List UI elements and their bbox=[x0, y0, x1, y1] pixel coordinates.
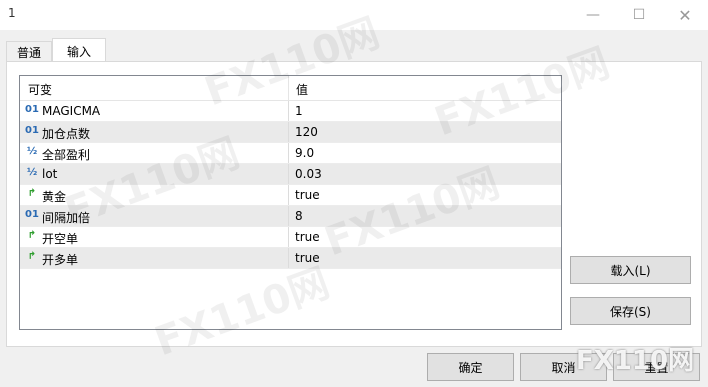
column-divider bbox=[288, 227, 289, 247]
table-row[interactable]: 01 加仓点数 120 bbox=[20, 122, 561, 143]
table-row[interactable]: ↱ 开多单 true bbox=[20, 248, 561, 269]
integer-type-icon: 01 bbox=[25, 209, 39, 220]
parameter-grid: 可变 值 01 MAGICMA 1 01 加仓点数 120 ½ 全部盈利 9.0 ½ lot 0.03… bbox=[19, 75, 562, 330]
ok-button[interactable]: 确定 bbox=[427, 353, 514, 381]
integer-type-icon: 01 bbox=[25, 125, 39, 136]
parameter-name: lot bbox=[42, 167, 58, 181]
double-type-icon: ½ bbox=[26, 146, 38, 157]
boolean-type-icon: ↱ bbox=[27, 188, 37, 199]
parameter-name: 全部盈利 bbox=[42, 148, 91, 162]
column-divider bbox=[288, 122, 289, 142]
parameter-value[interactable]: true bbox=[295, 230, 320, 244]
parameter-value[interactable]: 1 bbox=[295, 104, 303, 118]
table-row[interactable]: ↱ 黄金 true bbox=[20, 185, 561, 206]
parameter-name: 开多单 bbox=[42, 253, 79, 267]
column-divider[interactable] bbox=[288, 76, 289, 100]
tab-input[interactable]: 输入 bbox=[52, 38, 106, 62]
grid-rows: 01 MAGICMA 1 01 加仓点数 120 ½ 全部盈利 9.0 ½ lot 0.03 ↱ 黄金 tr… bbox=[20, 101, 561, 269]
title-bar: 1 — ☐ ✕ bbox=[0, 0, 708, 30]
boolean-type-icon: ↱ bbox=[27, 230, 37, 241]
parameter-value[interactable]: 120 bbox=[295, 125, 318, 139]
column-divider bbox=[288, 143, 289, 163]
column-divider bbox=[288, 101, 289, 121]
column-divider bbox=[288, 248, 289, 268]
load-button[interactable]: 载入(L) bbox=[570, 256, 691, 284]
parameter-name: MAGICMA bbox=[42, 104, 101, 118]
parameter-value[interactable]: true bbox=[295, 251, 320, 265]
column-divider bbox=[288, 185, 289, 205]
column-header-variable[interactable]: 可变 bbox=[28, 81, 52, 98]
maximize-icon[interactable]: ☐ bbox=[616, 0, 662, 30]
parameter-value[interactable]: true bbox=[295, 188, 320, 202]
table-row[interactable]: ½ 全部盈利 9.0 bbox=[20, 143, 561, 164]
cancel-button[interactable]: 取消 bbox=[520, 353, 607, 381]
parameter-value[interactable]: 9.0 bbox=[295, 146, 314, 160]
table-row[interactable]: 01 间隔加倍 8 bbox=[20, 206, 561, 227]
tab-general[interactable]: 普通 bbox=[6, 41, 52, 62]
table-row[interactable]: 01 MAGICMA 1 bbox=[20, 101, 561, 122]
parameter-value[interactable]: 8 bbox=[295, 209, 303, 223]
boolean-type-icon: ↱ bbox=[27, 251, 37, 262]
double-type-icon: ½ bbox=[26, 167, 38, 178]
parameter-value[interactable]: 0.03 bbox=[295, 167, 322, 181]
table-row[interactable]: ½ lot 0.03 bbox=[20, 164, 561, 185]
reset-button[interactable]: 重置 bbox=[613, 353, 700, 381]
integer-type-icon: 01 bbox=[25, 104, 39, 115]
window-title: 1 bbox=[8, 6, 16, 20]
parameter-name: 黄金 bbox=[42, 190, 67, 204]
column-divider bbox=[288, 206, 289, 226]
column-header-value[interactable]: 值 bbox=[296, 81, 308, 98]
minimize-icon[interactable]: — bbox=[570, 0, 616, 30]
close-icon[interactable]: ✕ bbox=[662, 0, 708, 30]
grid-header: 可变 值 bbox=[20, 76, 561, 101]
parameter-name: 加仓点数 bbox=[42, 127, 91, 141]
column-divider bbox=[288, 164, 289, 184]
save-button[interactable]: 保存(S) bbox=[570, 297, 691, 325]
parameter-name: 间隔加倍 bbox=[42, 211, 91, 225]
table-row[interactable]: ↱ 开空单 true bbox=[20, 227, 561, 248]
parameter-name: 开空单 bbox=[42, 232, 79, 246]
